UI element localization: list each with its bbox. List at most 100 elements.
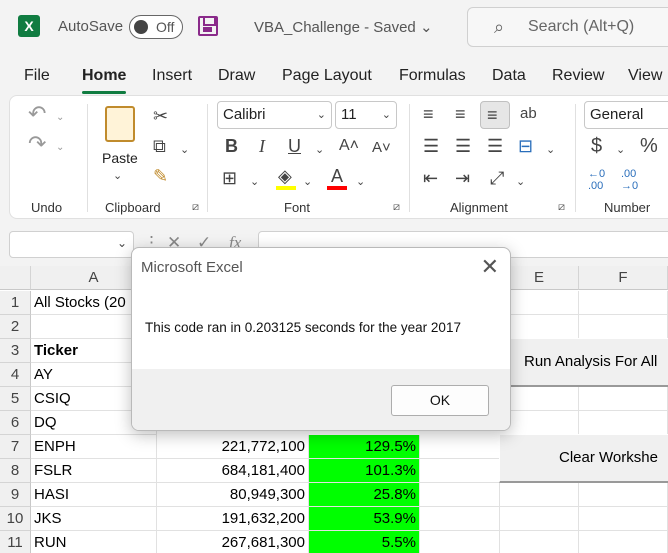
font-color-icon[interactable]: A: [331, 166, 343, 186]
cell-a10[interactable]: JKS: [31, 507, 157, 531]
copy-icon[interactable]: ⧉: [153, 136, 166, 156]
row-header[interactable]: 9: [0, 483, 31, 507]
italic-button[interactable]: I: [259, 136, 265, 156]
undo-icon[interactable]: ↶: [28, 103, 46, 125]
cut-icon[interactable]: ✂: [153, 106, 168, 126]
autosave-toggle[interactable]: Off: [129, 15, 183, 39]
cell-a11[interactable]: RUN: [31, 531, 157, 553]
align-right-icon[interactable]: ☰: [487, 136, 503, 156]
bold-button[interactable]: B: [225, 136, 238, 156]
font-launcher-icon[interactable]: ⧄: [393, 201, 400, 214]
text-direction-icon[interactable]: ⤢: [490, 168, 504, 188]
cell-d9[interactable]: [420, 483, 500, 507]
row-header[interactable]: 2: [0, 315, 31, 339]
tab-home[interactable]: Home: [82, 67, 127, 94]
align-top-icon[interactable]: ≡: [423, 104, 434, 124]
decrease-decimal-icon[interactable]: .00 →0: [621, 168, 638, 192]
cell-c11[interactable]: 5.5%: [309, 531, 420, 553]
cell-f2[interactable]: [579, 315, 668, 339]
search-box[interactable]: ⌕ Search (Alt+Q): [467, 7, 668, 47]
grow-font-button[interactable]: A˄: [339, 136, 359, 156]
copy-dropdown-icon[interactable]: ⌄: [180, 140, 189, 160]
cell-b10[interactable]: 191,632,200: [157, 507, 309, 531]
row-header[interactable]: 3: [0, 339, 31, 363]
text-direction-dropdown-icon[interactable]: ⌄: [516, 172, 525, 192]
cell-b7[interactable]: 221,772,100: [157, 435, 309, 459]
increase-decimal-icon[interactable]: ←0.00: [588, 168, 605, 192]
currency-button[interactable]: $: [591, 136, 602, 156]
font-color-dropdown-icon[interactable]: ⌄: [356, 172, 365, 192]
undo-dropdown-icon[interactable]: ⌄: [56, 108, 64, 128]
row-header[interactable]: 7: [0, 435, 31, 459]
cell-e5[interactable]: [500, 387, 579, 411]
format-painter-icon[interactable]: ✎: [153, 166, 168, 186]
align-center-icon[interactable]: ☰: [455, 136, 471, 156]
paste-dropdown-icon[interactable]: ⌄: [113, 166, 122, 186]
cell-c7[interactable]: 129.5%: [309, 435, 420, 459]
cell-d7[interactable]: [420, 435, 500, 459]
document-title[interactable]: VBA_Challenge - Saved ⌄: [254, 18, 433, 36]
underline-button[interactable]: U: [288, 136, 301, 156]
cell-f1[interactable]: [579, 291, 668, 315]
tab-page-layout[interactable]: Page Layout: [282, 67, 372, 85]
cell-d10[interactable]: [420, 507, 500, 531]
paste-label[interactable]: Paste: [102, 150, 138, 166]
ok-button[interactable]: OK: [391, 385, 489, 416]
cell-b9[interactable]: 80,949,300: [157, 483, 309, 507]
font-size-select[interactable]: 11 ⌄: [335, 101, 397, 129]
cell-b8[interactable]: 684,181,400: [157, 459, 309, 483]
run-analysis-button[interactable]: Run Analysis For All: [499, 338, 668, 387]
cell-e10[interactable]: [500, 507, 579, 531]
percent-button[interactable]: %: [640, 136, 658, 156]
cell-e1[interactable]: [500, 291, 579, 315]
align-left-icon[interactable]: ☰: [423, 136, 439, 156]
tab-draw[interactable]: Draw: [218, 67, 255, 85]
cell-f6[interactable]: [579, 411, 668, 435]
cell-e2[interactable]: [500, 315, 579, 339]
cell-c10[interactable]: 53.9%: [309, 507, 420, 531]
increase-indent-icon[interactable]: ⇥: [455, 168, 470, 188]
name-box[interactable]: ⌄: [9, 231, 134, 258]
cell-d11[interactable]: [420, 531, 500, 553]
row-header[interactable]: 8: [0, 459, 31, 483]
tab-file[interactable]: File: [24, 67, 50, 85]
underline-dropdown-icon[interactable]: ⌄: [315, 140, 324, 160]
decrease-indent-icon[interactable]: ⇤: [423, 168, 438, 188]
column-header-e[interactable]: E: [500, 266, 579, 290]
currency-dropdown-icon[interactable]: ⌄: [616, 140, 625, 160]
fill-color-dropdown-icon[interactable]: ⌄: [303, 172, 312, 192]
cell-f5[interactable]: [579, 387, 668, 411]
cell-f10[interactable]: [579, 507, 668, 531]
tab-data[interactable]: Data: [492, 67, 526, 85]
row-header[interactable]: 4: [0, 363, 31, 387]
column-header-f[interactable]: F: [579, 266, 668, 290]
cell-e11[interactable]: [500, 531, 579, 553]
shrink-font-button[interactable]: A˅: [372, 138, 391, 158]
cell-b11[interactable]: 267,681,300: [157, 531, 309, 553]
merge-center-icon[interactable]: ⊟: [518, 136, 533, 156]
tab-review[interactable]: Review: [552, 67, 604, 85]
borders-dropdown-icon[interactable]: ⌄: [250, 172, 259, 192]
close-icon[interactable]: ✕: [481, 254, 499, 280]
paste-icon[interactable]: [105, 106, 135, 142]
row-header[interactable]: 5: [0, 387, 31, 411]
align-middle-icon[interactable]: ≡: [455, 104, 466, 124]
tab-formulas[interactable]: Formulas: [399, 67, 466, 85]
cell-a7[interactable]: ENPH: [31, 435, 157, 459]
cell-a8[interactable]: FSLR: [31, 459, 157, 483]
row-header[interactable]: 1: [0, 291, 31, 315]
cell-e6[interactable]: [500, 411, 579, 435]
number-format-select[interactable]: General: [584, 101, 668, 129]
redo-dropdown-icon[interactable]: ⌄: [56, 138, 64, 158]
tab-insert[interactable]: Insert: [152, 67, 192, 85]
tab-view[interactable]: View: [628, 67, 662, 85]
cell-c8[interactable]: 101.3%: [309, 459, 420, 483]
cell-f9[interactable]: [579, 483, 668, 507]
borders-icon[interactable]: ⊞: [222, 168, 237, 188]
fill-color-icon[interactable]: ◈: [278, 166, 292, 186]
alignment-launcher-icon[interactable]: ⧄: [558, 201, 565, 214]
merge-dropdown-icon[interactable]: ⌄: [546, 140, 555, 160]
cell-a9[interactable]: HASI: [31, 483, 157, 507]
redo-icon[interactable]: ↷: [28, 133, 46, 155]
clear-worksheet-button[interactable]: Clear Workshe: [499, 434, 668, 483]
